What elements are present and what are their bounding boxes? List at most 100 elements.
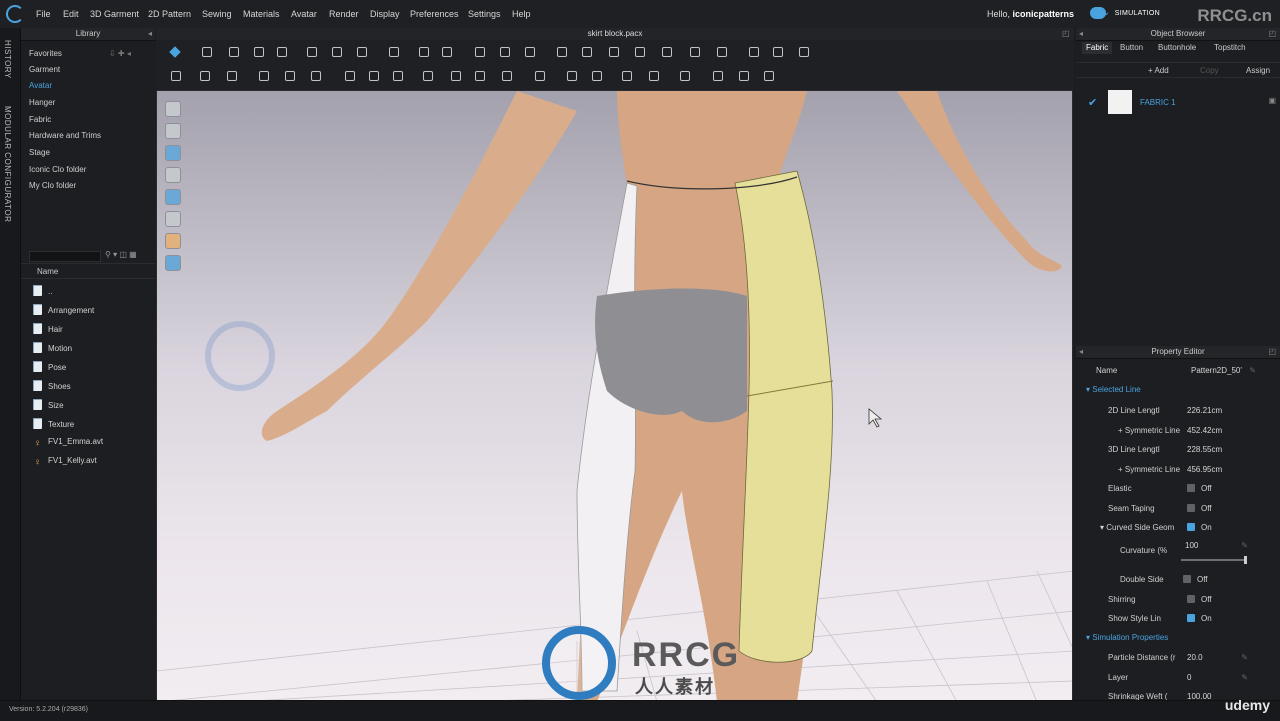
line-tool-icon[interactable] [388, 46, 400, 58]
puckering-tool-icon[interactable] [772, 46, 784, 58]
library-column-header[interactable]: Name [21, 263, 155, 279]
select-mesh-tool-icon[interactable] [201, 46, 213, 58]
render-icon[interactable] [763, 70, 775, 82]
list-item[interactable]: ♀ FV1_Kelly.avt [33, 456, 97, 470]
select-move-tool-icon[interactable] [169, 46, 181, 58]
add-button[interactable]: + Add [1148, 66, 1169, 75]
maximize-icon[interactable]: ◰ [1062, 29, 1070, 38]
library-category-my-clo[interactable]: My Clo folder [29, 181, 76, 190]
curvature-input[interactable]: 100 [1185, 541, 1198, 550]
checkbox[interactable] [1187, 504, 1195, 512]
3d-viewport[interactable]: RRCG 人人素材 [156, 90, 1073, 701]
fabric-item[interactable]: ✔ FABRIC 1 ▣ [1086, 90, 1276, 116]
circle-measure-icon[interactable] [501, 70, 513, 82]
arrangement-tool-icon[interactable] [474, 46, 486, 58]
curved-side-toggle[interactable]: ▾ Curved Side Geom On [1076, 519, 1280, 537]
double-side-toggle[interactable]: Double Side Off [1076, 571, 1280, 589]
pattern-view-icon[interactable] [310, 70, 322, 82]
layer-input[interactable]: 0 [1187, 673, 1191, 682]
list-item[interactable]: Pose [33, 361, 66, 375]
topstitch-tool-icon[interactable] [748, 46, 760, 58]
show-garment-icon[interactable] [165, 145, 181, 161]
menu-edit[interactable]: Edit [63, 9, 79, 19]
button-tool-icon[interactable] [689, 46, 701, 58]
clo-logo-icon[interactable] [6, 5, 24, 23]
name-field[interactable]: Pattern2D_50' [1191, 366, 1242, 375]
block-2-icon[interactable] [621, 70, 633, 82]
buttonhole-tool-icon[interactable] [716, 46, 728, 58]
library-category-hanger[interactable]: Hanger [29, 98, 55, 107]
layer-2-tool-icon[interactable] [634, 46, 646, 58]
fabric-menu-icon[interactable]: ▣ [1268, 96, 1276, 105]
avatar-pose-icon[interactable] [170, 70, 182, 82]
dot-measure-icon[interactable] [450, 70, 462, 82]
library-category-avatar[interactable]: Avatar [29, 81, 52, 90]
maximize-icon[interactable]: ◰ [1268, 29, 1276, 38]
ruler-tool-icon[interactable] [798, 46, 810, 58]
menu-help[interactable]: Help [512, 9, 531, 19]
tab-modular-configurator[interactable]: MODULAR CONFIGURATOR [3, 106, 12, 222]
collapse-icon[interactable]: ◂ [1079, 29, 1083, 38]
collapse-icon[interactable]: ◂ [1079, 347, 1083, 356]
section-simulation-properties[interactable]: Simulation Properties [1086, 633, 1168, 642]
checkbox[interactable] [1187, 595, 1195, 603]
view-front-icon[interactable] [165, 101, 181, 117]
seam-taping-toggle[interactable]: Seam Taping Off [1076, 500, 1280, 518]
menu-3d-garment[interactable]: 3D Garment [90, 9, 139, 19]
simulation-mode-button[interactable]: ⌄ SIMULATION [1102, 7, 1160, 18]
checkbox[interactable] [1187, 484, 1195, 492]
checkbox[interactable] [1183, 575, 1191, 583]
block-icon[interactable] [591, 70, 603, 82]
collapse-icon[interactable]: ◂ [148, 29, 152, 38]
block-3-icon[interactable] [648, 70, 660, 82]
tab-topstitch[interactable]: Topstitch [1210, 42, 1250, 54]
garment-measure-icon[interactable] [534, 70, 546, 82]
list-item[interactable]: Shoes [33, 380, 71, 394]
arrange-point-icon[interactable] [199, 70, 211, 82]
edit-icon[interactable]: ✎ [1249, 366, 1256, 375]
library-category-stage[interactable]: Stage [29, 148, 50, 157]
layer-tool-icon[interactable] [608, 46, 620, 58]
list-item[interactable]: Motion [33, 342, 72, 356]
library-category-fabric[interactable]: Fabric [29, 115, 51, 124]
edit-measure-icon[interactable] [422, 70, 434, 82]
garment-tool-icon[interactable] [441, 46, 453, 58]
list-item[interactable]: Texture [33, 418, 74, 432]
menu-materials[interactable]: Materials [243, 9, 280, 19]
library-category-hardware-trims[interactable]: Hardware and Trims [29, 131, 101, 140]
list-item[interactable]: Hair [33, 323, 63, 337]
globe-icon[interactable] [165, 255, 181, 271]
library-search-input[interactable] [29, 251, 101, 262]
library-category-favorites[interactable]: Favorites [29, 49, 62, 58]
edit-icon[interactable]: ✎ [1241, 541, 1248, 550]
arrange-line-icon[interactable] [226, 70, 238, 82]
avatar-tool-icon[interactable] [524, 46, 536, 58]
library-toolbar-icons[interactable]: ⇩ ✚ ◂ [109, 49, 131, 58]
hide-3d-icon[interactable] [738, 70, 750, 82]
fold-tool-icon[interactable] [276, 46, 288, 58]
trace-tool-icon[interactable] [556, 46, 568, 58]
list-item[interactable]: .. [33, 285, 52, 299]
show-tools-icon[interactable] [165, 211, 181, 227]
pin-tool-icon[interactable] [331, 46, 343, 58]
line-measure-icon[interactable] [474, 70, 486, 82]
view-back-icon[interactable] [165, 123, 181, 139]
avatar-measure-icon[interactable] [344, 70, 356, 82]
tape-tool-icon[interactable] [258, 70, 270, 82]
list-item[interactable]: Size [33, 399, 64, 413]
copy-button[interactable]: Copy [1200, 66, 1219, 75]
library-category-garment[interactable]: Garment [29, 65, 60, 74]
tab-buttonhole[interactable]: Buttonhole [1154, 42, 1200, 54]
elastic-toggle[interactable]: Elastic Off [1076, 480, 1280, 498]
menu-display[interactable]: Display [370, 9, 400, 19]
search-icon[interactable]: ⚲ ▾ ◫ ▦ [105, 250, 137, 259]
menu-file[interactable]: File [36, 9, 51, 19]
username[interactable]: iconicpatterns [1012, 9, 1074, 19]
maximize-icon[interactable]: ◰ [1268, 347, 1276, 356]
shirring-toggle[interactable]: Shirring Off [1076, 591, 1280, 609]
menu-preferences[interactable]: Preferences [410, 9, 459, 19]
checkbox[interactable] [1187, 523, 1195, 531]
show-avatar-icon[interactable] [165, 167, 181, 183]
menu-2d-pattern[interactable]: 2D Pattern [148, 9, 191, 19]
transform-tool-icon[interactable] [228, 46, 240, 58]
